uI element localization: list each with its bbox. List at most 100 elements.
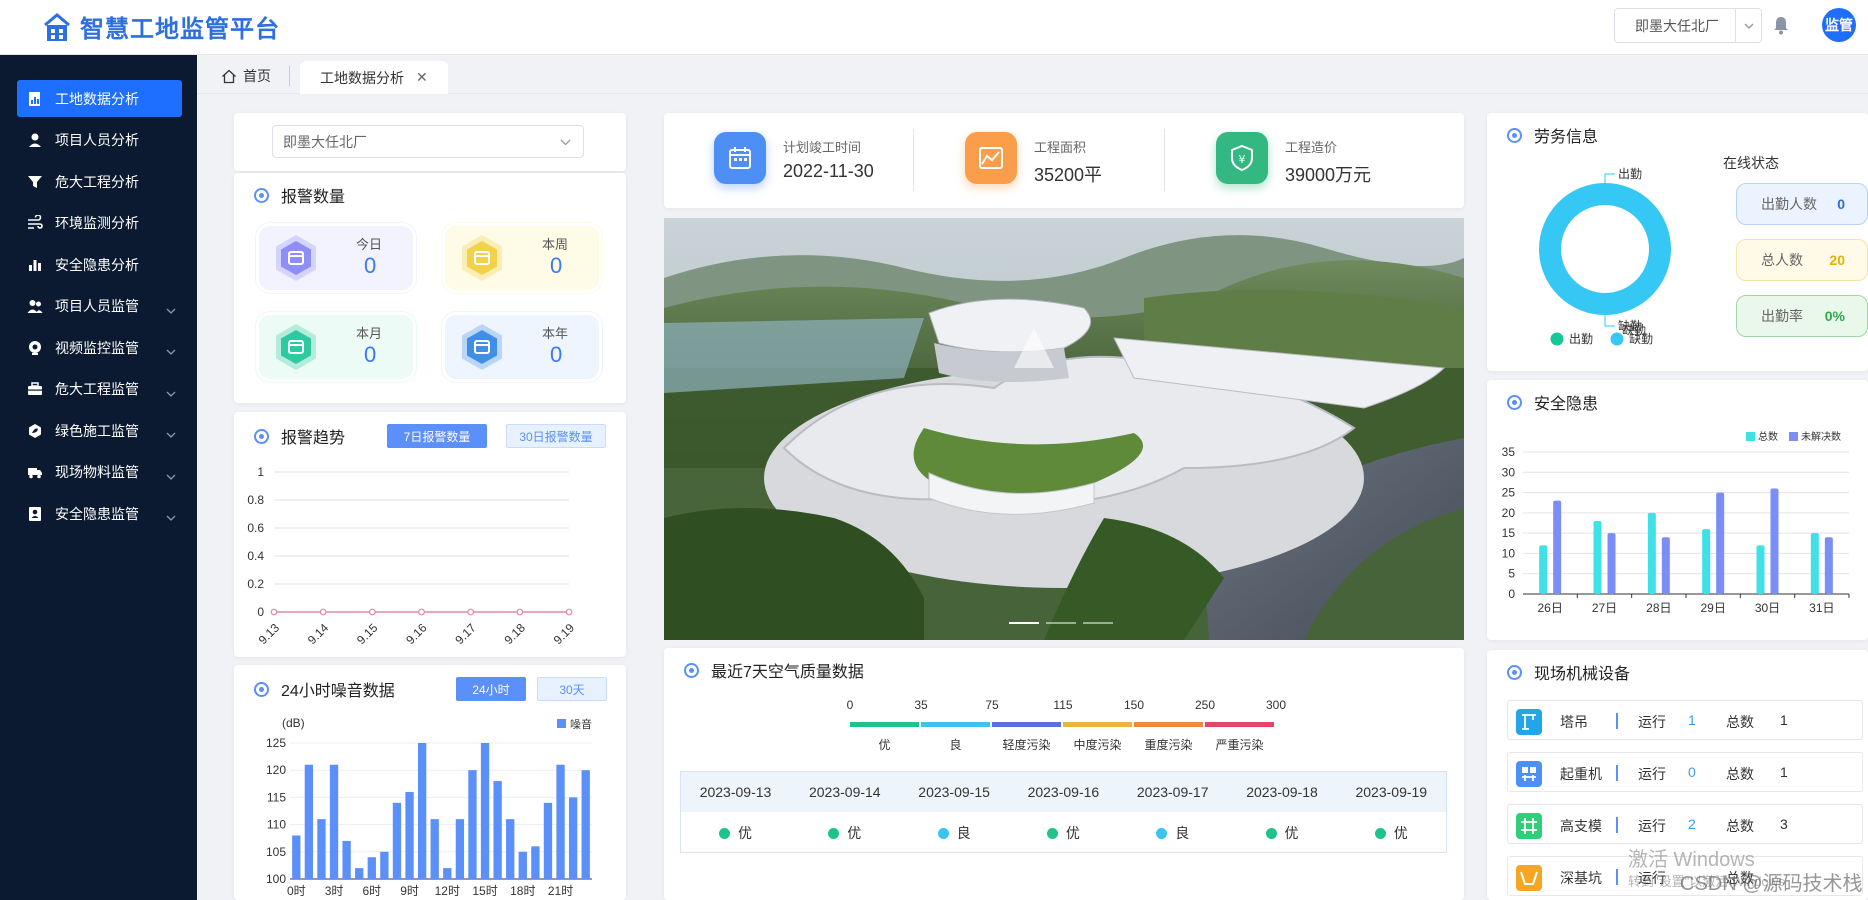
machine-total-value: 1: [1780, 764, 1788, 780]
alarm-tile[interactable]: 今日 0: [256, 223, 416, 293]
x-tick-label: 29日: [1700, 601, 1725, 615]
hazard-bar: [1702, 529, 1711, 594]
chevron-down-icon: [166, 301, 176, 317]
hazard-title: 安全隐患: [1507, 390, 1598, 414]
close-icon[interactable]: ✕: [416, 69, 428, 86]
noise-30day-button[interactable]: 30天: [537, 677, 607, 701]
aq-level-label: 严重污染: [1215, 738, 1264, 752]
noise-card: 24小时噪音数据 24小时 30天 (dB) 噪音 100 105 110 115 120 1…: [234, 665, 626, 900]
y-tick-label: 110: [267, 818, 286, 832]
aq-level-label: 轻度污染: [1002, 738, 1051, 752]
aq-level-label: 优: [878, 738, 891, 752]
machine-row[interactable]: 起重机 运行 0 总数 1: [1507, 752, 1863, 792]
kpi-divider: [1164, 129, 1165, 191]
aq-scale: 0 35 75 115 150 250 300 优 良 轻度污染 中度污染 重度污染 严重污染: [664, 648, 1464, 768]
aq-level-cell: 优: [1228, 823, 1337, 843]
machine-name: 高支模: [1560, 818, 1602, 834]
noise-24h-button[interactable]: 24小时: [456, 677, 526, 701]
x-tick-label: 0时: [287, 884, 306, 898]
top-header: 智慧工地监管平台 即墨大任北厂 监管: [0, 0, 1868, 55]
sidebar-item-label: 危大工程监管: [55, 381, 139, 397]
chevron-down-icon: [166, 384, 176, 400]
alarm-tile[interactable]: 本周 0: [442, 223, 602, 293]
kpi-label: 工程面积: [1034, 140, 1087, 155]
target-icon: [254, 681, 269, 697]
people-icon: [27, 298, 43, 314]
sidebar-item-material-supervision[interactable]: 现场物料监管: [17, 454, 182, 491]
project-select[interactable]: 即墨大任北厂: [272, 125, 584, 158]
labor-status-value: 0: [1837, 196, 1845, 212]
noise-bar: [543, 802, 553, 879]
x-tick-label: 6时: [362, 884, 381, 898]
x-tick-label: 30日: [1755, 601, 1780, 615]
header-project-select-value: 即墨大任北厂: [1635, 17, 1719, 34]
alarm-tile[interactable]: 本月 0: [256, 312, 416, 382]
user-avatar[interactable]: 监管: [1822, 8, 1856, 42]
noise-bar: [304, 764, 314, 879]
machine-running-value: 1: [1688, 712, 1696, 728]
noise-bar: [493, 781, 502, 879]
x-tick-label: 26日: [1537, 601, 1562, 615]
sidebar-item-label: 危大工程分析: [55, 173, 139, 190]
bell-icon[interactable]: [1772, 15, 1790, 35]
noise-bar: [292, 835, 301, 879]
hazard-bar: [1593, 520, 1602, 594]
noise-bar: [568, 797, 578, 879]
card-icon: [271, 322, 321, 372]
machine-divider: [1616, 817, 1618, 833]
trend-icon: [457, 322, 507, 372]
labor-status-pill: 出勤率 0%: [1736, 295, 1868, 337]
chevron-down-icon: [166, 467, 176, 483]
hazard-title-text: 安全隐患: [1534, 396, 1599, 413]
alarm-count-value: 0: [550, 342, 563, 367]
machine-row[interactable]: 塔吊 运行 1 总数 1: [1507, 700, 1863, 740]
alarm-tile[interactable]: 本年 0: [442, 312, 602, 382]
sidebar-item-green-construction-supervision[interactable]: 绿色施工监管: [17, 412, 182, 449]
home-icon: [222, 69, 236, 83]
sidebar-item-site-data-analysis[interactable]: 工地数据分析: [17, 80, 182, 117]
machine-divider: [1616, 713, 1618, 729]
machine-title: 现场机械设备: [1507, 660, 1630, 684]
aq-level-cell: 良: [900, 823, 1009, 843]
y-axis-unit-label: (dB): [282, 716, 305, 730]
sidebar-item-staff-supervision[interactable]: 项目人员监管: [17, 288, 182, 325]
pit-icon: [1516, 865, 1542, 891]
aq-scale-value: 150: [1123, 698, 1145, 712]
sidebar-item-video-supervision[interactable]: 视频监控监管: [17, 329, 182, 366]
y-tick-label: 105: [266, 845, 286, 859]
tab-site-data-analysis[interactable]: 工地数据分析 ✕: [300, 61, 448, 94]
sidebar-item-safety-risk-supervision[interactable]: 安全隐患监管: [17, 495, 182, 532]
x-tick-label: 12时: [435, 884, 460, 898]
app-logo[interactable]: 智慧工地监管平台: [42, 9, 280, 44]
area-chart-icon: [965, 132, 1017, 184]
bar-chart-icon: [27, 257, 43, 273]
trend-30day-button[interactable]: 30日报警数量: [506, 424, 606, 448]
y-tick-label: 0.2: [247, 577, 264, 591]
sidebar-item-hazard-project-analysis[interactable]: 危大工程分析: [17, 163, 182, 200]
hazard-bar: [1824, 537, 1833, 594]
chevron-down-icon[interactable]: [1735, 9, 1761, 42]
machine-row[interactable]: 高支模 运行 2 总数 3: [1507, 804, 1863, 844]
sidebar-item-hazard-project-supervision[interactable]: 危大工程监管: [17, 371, 182, 408]
header-project-select[interactable]: 即墨大任北厂: [1614, 8, 1762, 43]
labor-status-value: 20: [1829, 252, 1845, 268]
building-logo-icon: [44, 12, 70, 41]
sidebar-item-staff-analysis[interactable]: 项目人员分析: [17, 122, 182, 159]
tab-home[interactable]: 首页: [221, 66, 271, 86]
x-tick-label: 9时: [400, 884, 419, 898]
noise-bar: [329, 764, 339, 879]
sidebar-item-safety-risk-analysis[interactable]: 安全隐患分析: [17, 246, 182, 283]
sidebar-item-env-monitor-analysis[interactable]: 环境监测分析: [17, 205, 182, 242]
air-quality-table-body: 优优良优良优优: [681, 812, 1446, 852]
hazard-bar: [1716, 492, 1725, 594]
y-tick-label: 0: [257, 605, 264, 619]
aq-level-cell: 优: [681, 823, 790, 843]
sidebar-item-label: 项目人员监管: [55, 298, 139, 314]
y-tick-label: 5: [1508, 567, 1515, 581]
aq-status-dot: [828, 828, 840, 839]
toolbox-icon: [27, 381, 43, 397]
trend-7day-button[interactable]: 7日报警数量: [387, 424, 487, 448]
y-tick-label: 0.8: [247, 493, 264, 507]
x-tick-label: 9.13: [256, 620, 283, 647]
hazard-bar: [1607, 533, 1616, 594]
